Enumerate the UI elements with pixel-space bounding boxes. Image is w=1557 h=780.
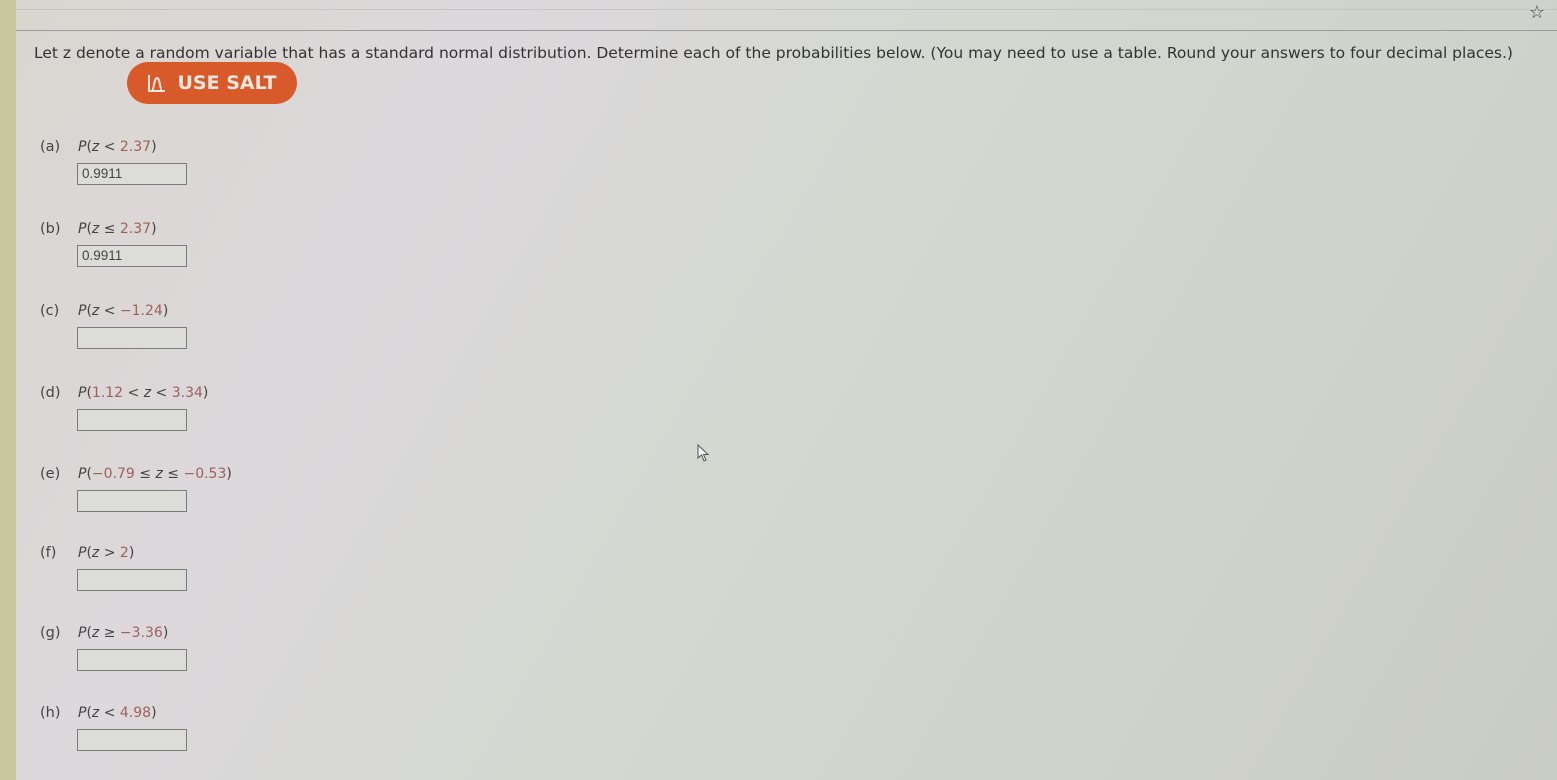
probability-expression: P(z < 2.37)	[78, 139, 157, 155]
left-edge-strip	[0, 0, 16, 780]
probability-expression: P(z ≥ −3.36)	[78, 625, 169, 641]
probability-expression: P(z < 4.98)	[78, 705, 157, 721]
answer-input-a[interactable]: 0.9911	[77, 163, 187, 185]
star-icon[interactable]: ☆	[1529, 2, 1545, 23]
question-text: Let z denote a random variable that has …	[34, 44, 1513, 62]
question-part-c: (c) P(z < −1.24)	[40, 300, 187, 349]
answer-input-e[interactable]	[77, 490, 187, 512]
part-label: (a)	[40, 139, 61, 155]
part-label: (g)	[40, 625, 61, 641]
part-label: (d)	[40, 385, 61, 401]
question-part-h: (h) P(z < 4.98)	[40, 702, 187, 751]
answer-input-h[interactable]	[77, 729, 187, 751]
answer-input-c[interactable]	[77, 327, 187, 349]
divider	[16, 9, 1557, 10]
probability-expression: P(z ≤ 2.37)	[78, 221, 157, 237]
answer-input-b[interactable]: 0.9911	[77, 245, 187, 267]
part-label: (b)	[40, 221, 61, 237]
question-part-g: (g) P(z ≥ −3.36)	[40, 622, 187, 671]
answer-input-f[interactable]	[77, 569, 187, 591]
normal-curve-icon	[148, 75, 166, 92]
part-label: (e)	[40, 466, 61, 482]
probability-expression: P(z > 2)	[78, 545, 135, 561]
question-part-a: (a) P(z < 2.37) 0.9911	[40, 136, 187, 185]
part-label: (c)	[40, 303, 60, 319]
probability-expression: P(−0.79 ≤ z ≤ −0.53)	[78, 466, 232, 482]
mouse-cursor-icon	[697, 444, 710, 462]
divider	[16, 30, 1557, 31]
question-part-e: (e) P(−0.79 ≤ z ≤ −0.53)	[40, 463, 232, 512]
probability-expression: P(1.12 < z < 3.34)	[78, 385, 209, 401]
answer-input-d[interactable]	[77, 409, 187, 431]
question-part-b: (b) P(z ≤ 2.37) 0.9911	[40, 218, 187, 267]
probability-expression: P(z < −1.24)	[78, 303, 169, 319]
question-part-f: (f) P(z > 2)	[40, 542, 187, 591]
use-salt-label: USE SALT	[177, 72, 277, 94]
answer-input-g[interactable]	[77, 649, 187, 671]
question-part-d: (d) P(1.12 < z < 3.34)	[40, 382, 209, 431]
part-label: (h)	[40, 705, 61, 721]
use-salt-button[interactable]: USE SALT	[127, 62, 297, 104]
part-label: (f)	[40, 545, 57, 561]
